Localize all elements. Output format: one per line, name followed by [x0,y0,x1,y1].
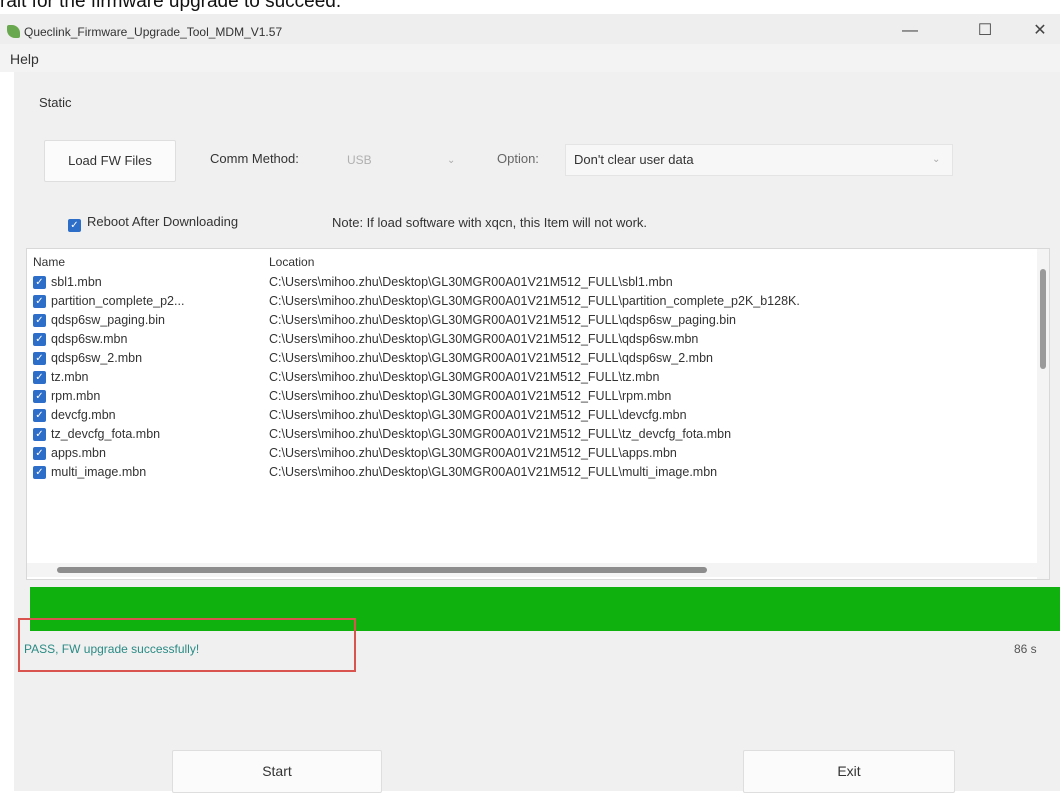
start-button[interactable]: Start [172,750,382,793]
file-row[interactable]: ✓ tz_devcfg_fota.mbn C:\Users\mihoo.zhu\De… [27,425,1037,444]
option-select[interactable]: Don't clear user data ⌄ [565,144,953,176]
chevron-down-icon: ⌄ [447,155,456,166]
file-location: C:\Users\mihoo.zhu\Desktop\GL30MGR00A01V… [269,446,677,460]
comm-method-value: USB [347,153,372,167]
file-name: qdsp6sw_2.mbn [51,351,143,365]
maximize-button[interactable]: ☐ [965,18,1005,44]
file-name: apps.mbn [51,446,106,460]
file-name: sbl1.mbn [51,275,102,289]
checkbox-checked-icon[interactable]: ✓ [33,276,46,289]
column-header-location[interactable]: Location [269,255,314,269]
exit-button[interactable]: Exit [743,750,955,793]
option-value: Don't clear user data [574,152,694,167]
title-bar: Queclink_Firmware_Upgrade_Tool_MDM_V1.57… [0,14,1060,44]
window-title: Queclink_Firmware_Upgrade_Tool_MDM_V1.57 [24,25,283,39]
status-message: PASS, FW upgrade successfully! [24,642,200,656]
file-name: devcfg.mbn [51,408,116,422]
main-panel: Static Load FW Files Comm Method: USB ⌄ … [14,72,1060,793]
file-rows: ✓ sbl1.mbn C:\Users\mihoo.zhu\Desktop\GL30… [27,273,1037,560]
file-row[interactable]: ✓ partition_complete_p2... C:\Users\mihoo.… [27,292,1037,311]
file-name: tz_devcfg_fota.mbn [51,427,161,441]
option-label: Option: [497,151,539,166]
checkbox-checked-icon: ✓ [68,219,81,232]
checkbox-checked-icon[interactable]: ✓ [33,371,46,384]
file-name: partition_complete_p2... [51,294,185,308]
vertical-scrollbar-thumb[interactable] [1040,269,1046,369]
reboot-after-downloading-checkbox[interactable]: ✓ Reboot After Downloading [68,214,238,232]
comm-method-select[interactable]: USB ⌄ [343,147,461,173]
file-row[interactable]: ✓ qdsp6sw.mbn C:\Users\mihoo.zhu\Desktop\G… [27,330,1037,349]
checkbox-checked-icon[interactable]: ✓ [33,390,46,403]
file-name: rpm.mbn [51,389,101,403]
checkbox-checked-icon[interactable]: ✓ [33,352,46,365]
elapsed-time: 86 s [1014,642,1037,656]
file-location: C:\Users\mihoo.zhu\Desktop\GL30MGR00A01V… [269,370,660,384]
file-row[interactable]: ✓ tz.mbn C:\Users\mihoo.zhu\Desktop\GL30MG… [27,368,1037,387]
file-location: C:\Users\mihoo.zhu\Desktop\GL30MGR00A01V… [269,408,687,422]
file-name: multi_image.mbn [51,465,147,479]
comm-method-label: Comm Method: [210,151,299,166]
file-location: C:\Users\mihoo.zhu\Desktop\GL30MGR00A01V… [269,351,713,365]
file-location: C:\Users\mihoo.zhu\Desktop\GL30MGR00A01V… [269,427,732,441]
file-row[interactable]: ✓ qdsp6sw_paging.bin C:\Users\mihoo.zhu\De… [27,311,1037,330]
column-header-name[interactable]: Name [33,255,65,269]
horizontal-scrollbar-thumb[interactable] [57,567,707,573]
file-row[interactable]: ✓ qdsp6sw_2.mbn C:\Users\mihoo.zhu\Desktop… [27,349,1037,368]
checkbox-checked-icon[interactable]: ✓ [33,447,46,460]
app-icon [7,25,20,38]
checkbox-checked-icon[interactable]: ✓ [33,409,46,422]
vertical-scrollbar[interactable] [1037,249,1049,579]
menu-bar: Help [0,44,1060,72]
caption-strip: rait for the firmware upgrade to succeed… [0,0,1060,14]
close-button[interactable]: ✕ [1020,18,1060,44]
minimize-button[interactable]: — [890,18,930,44]
file-row[interactable]: ✓ devcfg.mbn C:\Users\mihoo.zhu\Desktop\GL… [27,406,1037,425]
file-row[interactable]: ✓ multi_image.mbn C:\Users\mihoo.zhu\Deskt… [27,463,1037,482]
file-row[interactable]: ✓ sbl1.mbn C:\Users\mihoo.zhu\Desktop\GL30… [27,273,1037,292]
file-location: C:\Users\mihoo.zhu\Desktop\GL30MGR00A01V… [269,389,672,403]
firmware-file-list[interactable]: Name Location ✓ sbl1.mbn C:\Users\mihoo.zh… [26,248,1050,580]
checkbox-checked-icon[interactable]: ✓ [33,295,46,308]
load-fw-files-button[interactable]: Load FW Files [44,140,176,182]
chevron-down-icon: ⌄ [932,154,941,165]
file-location: C:\Users\mihoo.zhu\Desktop\GL30MGR00A01V… [269,275,673,289]
caption-text: rait for the firmware upgrade to succeed… [0,0,342,12]
file-row[interactable]: ✓ rpm.mbn C:\Users\mihoo.zhu\Desktop\GL30M… [27,387,1037,406]
static-label: Static [39,95,72,110]
file-location: C:\Users\mihoo.zhu\Desktop\GL30MGR00A01V… [269,294,800,308]
reboot-label: Reboot After Downloading [87,214,239,229]
file-name: qdsp6sw_paging.bin [51,313,165,327]
checkbox-checked-icon[interactable]: ✓ [33,428,46,441]
checkbox-checked-icon[interactable]: ✓ [33,314,46,327]
file-location: C:\Users\mihoo.zhu\Desktop\GL30MGR00A01V… [269,465,718,479]
checkbox-checked-icon[interactable]: ✓ [33,333,46,346]
file-name: tz.mbn [51,370,89,384]
file-location: C:\Users\mihoo.zhu\Desktop\GL30MGR00A01V… [269,332,699,346]
file-name: qdsp6sw.mbn [51,332,128,346]
checkbox-checked-icon[interactable]: ✓ [33,466,46,479]
file-row[interactable]: ✓ apps.mbn C:\Users\mihoo.zhu\Desktop\GL30… [27,444,1037,463]
file-location: C:\Users\mihoo.zhu\Desktop\GL30MGR00A01V… [269,313,736,327]
menu-help[interactable]: Help [10,51,39,67]
horizontal-scrollbar[interactable] [27,563,1037,577]
note-text: Note: If load software with xqcn, this I… [332,215,648,230]
